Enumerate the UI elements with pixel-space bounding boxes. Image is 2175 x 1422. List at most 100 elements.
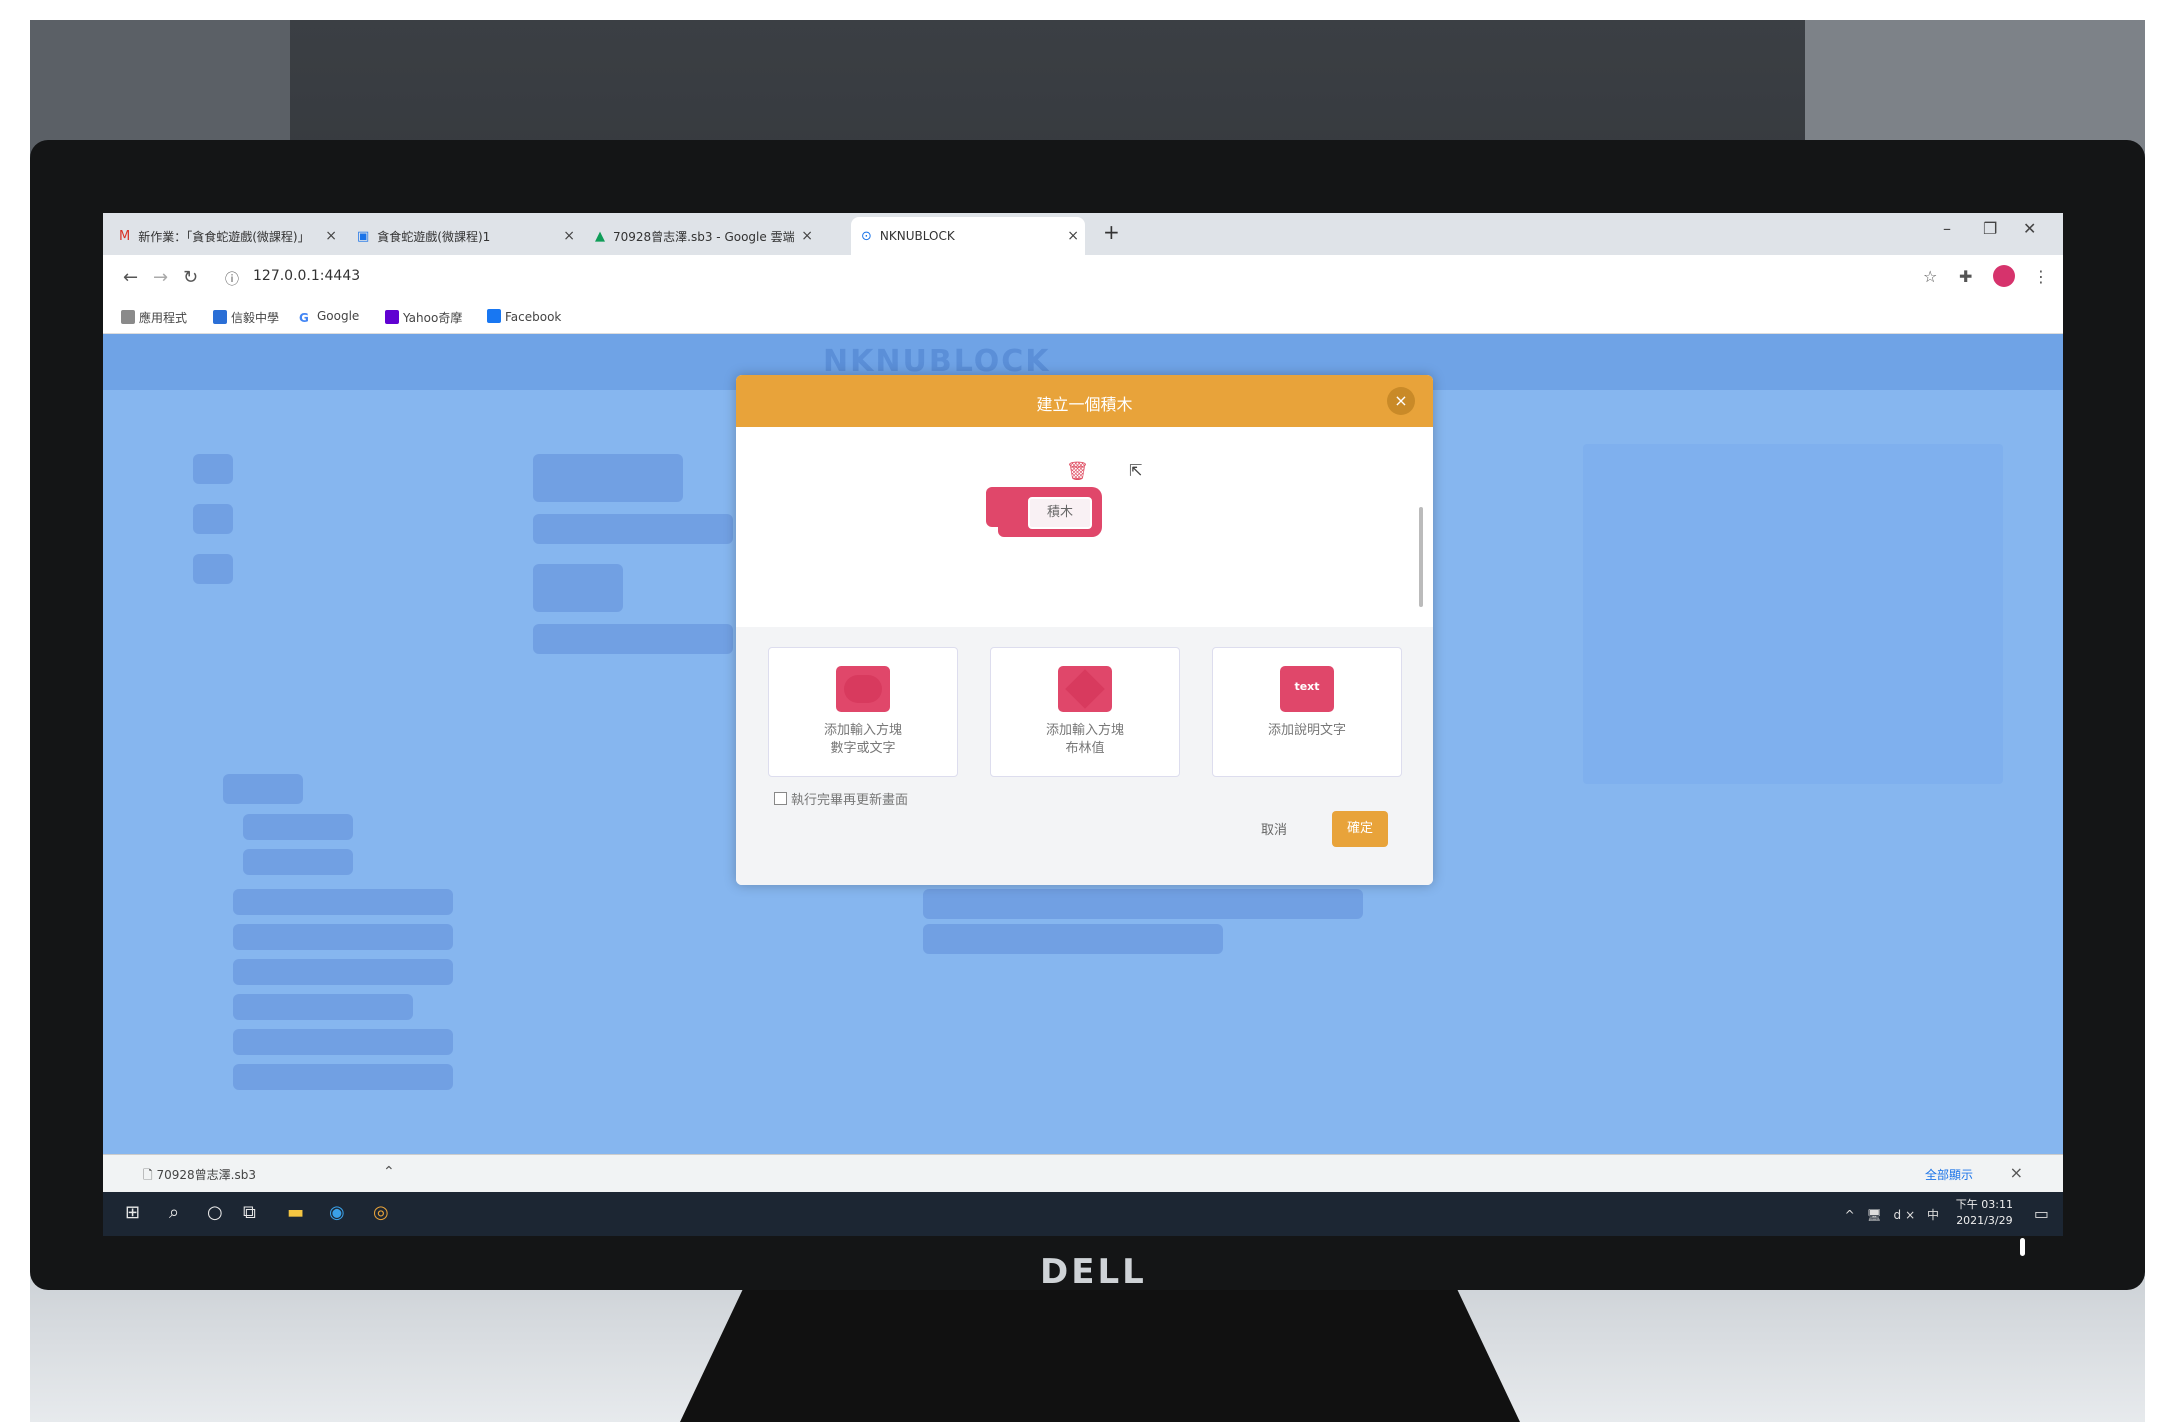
option-label: 添加輸入方塊 bbox=[1045, 723, 1124, 738]
download-bar: 🗋 70928曾志澤.sb3 ⌃ 全部顯示 × bbox=[103, 1154, 2063, 1193]
bookmark-school[interactable]: 信毅中學 bbox=[213, 309, 279, 326]
tab-close-icon[interactable]: × bbox=[801, 228, 813, 244]
tab-close-icon[interactable]: × bbox=[1067, 228, 1079, 244]
back-arrow-icon[interactable]: ← bbox=[123, 267, 138, 288]
tab-label: 70928曾志澤.sb3 - Google 雲端 bbox=[613, 229, 795, 244]
new-tab-button[interactable]: + bbox=[1103, 220, 1120, 244]
file-explorer-icon[interactable]: ▬ bbox=[287, 1202, 304, 1223]
windows-start-icon[interactable]: ⊞ bbox=[125, 1202, 140, 1223]
bookmark-apps[interactable]: 應用程式 bbox=[121, 309, 187, 326]
script-block bbox=[923, 889, 1363, 919]
dialog-title: 建立一個積木 bbox=[1036, 395, 1133, 414]
option-sublabel: 布林值 bbox=[1065, 741, 1105, 756]
run-without-refresh-checkbox[interactable] bbox=[774, 792, 787, 805]
school-icon bbox=[213, 310, 227, 324]
tab-classroom[interactable]: ▣ 貪食蛇遊戲(微課程)1 × bbox=[347, 217, 581, 255]
palette-block bbox=[233, 1064, 453, 1090]
info-icon[interactable]: ⓘ bbox=[225, 269, 239, 289]
preview-scrollbar[interactable] bbox=[1419, 507, 1423, 607]
forward-arrow-icon[interactable]: → bbox=[153, 267, 168, 288]
bookmark-facebook[interactable]: Facebook bbox=[487, 309, 561, 324]
category-dot bbox=[193, 554, 233, 584]
label-text-icon: text bbox=[1280, 666, 1334, 712]
number-text-input-icon bbox=[836, 666, 890, 712]
download-bar-close-icon[interactable]: × bbox=[2010, 1163, 2023, 1182]
clock[interactable]: 下午 03:11 2021/3/29 bbox=[1956, 1197, 2013, 1229]
menu-kebab-icon[interactable]: ⋮ bbox=[2033, 267, 2049, 286]
facebook-icon bbox=[487, 309, 501, 323]
palette-block bbox=[243, 849, 353, 875]
download-item[interactable]: 🗋 70928曾志澤.sb3 bbox=[143, 1166, 256, 1187]
palette-block bbox=[233, 889, 453, 915]
bookmark-star-icon[interactable]: ☆ bbox=[1923, 267, 1937, 286]
url-field[interactable]: 127.0.0.1:4443 bbox=[253, 268, 360, 284]
tab-google-drive[interactable]: ▲ 70928曾志澤.sb3 - Google 雲端 × bbox=[585, 217, 819, 255]
bookmark-google[interactable]: G Google bbox=[299, 309, 359, 325]
palette-block bbox=[243, 814, 353, 840]
chrome-icon[interactable]: ◎ bbox=[373, 1202, 389, 1223]
add-boolean-input-option[interactable]: 添加輸入方塊 布林值 bbox=[990, 647, 1180, 777]
palette-block bbox=[233, 959, 453, 985]
system-tray[interactable]: ^ 🖥 d× 中 bbox=[1845, 1206, 1943, 1223]
script-block bbox=[923, 924, 1223, 954]
block-name-input[interactable]: 積木 bbox=[1028, 497, 1092, 529]
bookmark-yahoo[interactable]: Yahoo奇摩 bbox=[385, 309, 462, 326]
edge-icon[interactable]: ◉ bbox=[329, 1202, 345, 1223]
cursor-icon: ⇱ bbox=[1129, 461, 1143, 480]
boolean-input-icon bbox=[1058, 666, 1112, 712]
tab-strip: M 新作業：「貪食蛇遊戲(微課程)」 × ▣ 貪食蛇遊戲(微課程)1 × ▲ 7… bbox=[103, 213, 2063, 255]
tab-close-icon[interactable]: × bbox=[563, 228, 575, 244]
nknublock-icon: ⊙ bbox=[861, 228, 872, 244]
windows-taskbar: ⊞ ⌕ ○ ⧉ ▬ ◉ ◎ ^ 🖥 d× 中 下午 03:11 2021/3/2… bbox=[103, 1192, 2063, 1236]
tab-gmail[interactable]: M 新作業：「貪食蛇遊戲(微課程)」 × bbox=[109, 217, 343, 255]
address-bar: ← → ↻ ⓘ 127.0.0.1:4443 ☆ ✚ ⋮ bbox=[103, 255, 2063, 301]
script-block bbox=[533, 624, 733, 654]
tab-close-icon[interactable]: × bbox=[325, 228, 337, 244]
search-icon[interactable]: ⌕ bbox=[169, 1202, 179, 1223]
clock-time: 下午 03:11 bbox=[1955, 1198, 2013, 1211]
palette-block bbox=[233, 924, 453, 950]
category-dot bbox=[193, 504, 233, 534]
task-view-icon[interactable]: ⧉ bbox=[243, 1202, 256, 1223]
dialog-header: 建立一個積木 × bbox=[736, 375, 1433, 427]
make-block-dialog: 建立一個積木 × 🗑 ⇱ 積木 添加輸入方塊 數字或文字 添加輸入方塊 布林值 bbox=[736, 375, 1433, 885]
category-dot bbox=[193, 454, 233, 484]
tab-label: 新作業：「貪食蛇遊戲(微課程)」 bbox=[138, 229, 310, 244]
ok-button[interactable]: 確定 bbox=[1332, 811, 1388, 847]
script-block bbox=[533, 454, 683, 502]
monitor-stand bbox=[680, 1280, 1520, 1422]
notification-icon[interactable]: ▭ bbox=[2034, 1204, 2049, 1223]
show-all-link[interactable]: 全部顯示 bbox=[1925, 1166, 1973, 1183]
tab-label: NKNUBLOCK bbox=[879, 229, 955, 243]
option-label: 添加輸入方塊 bbox=[823, 723, 902, 738]
background-object-left bbox=[30, 20, 290, 160]
close-window-button[interactable]: ✕ bbox=[2023, 219, 2036, 238]
minimize-button[interactable]: – bbox=[1943, 219, 1951, 238]
tab-nknublock[interactable]: ⊙ NKNUBLOCK × bbox=[851, 217, 1085, 255]
cancel-button[interactable]: 取消 bbox=[1261, 819, 1287, 838]
cortana-icon[interactable]: ○ bbox=[207, 1202, 223, 1223]
extensions-puzzle-icon[interactable]: ✚ bbox=[1959, 267, 1972, 286]
profile-avatar[interactable] bbox=[1993, 265, 2015, 287]
gmail-icon: M bbox=[119, 228, 131, 244]
classroom-icon: ▣ bbox=[357, 228, 370, 244]
reload-icon[interactable]: ↻ bbox=[183, 267, 198, 288]
google-icon: G bbox=[299, 311, 313, 325]
option-label: 添加說明文字 bbox=[1267, 723, 1346, 738]
bookmarks-bar: 應用程式 信毅中學 G Google Yahoo奇摩 Facebook bbox=[103, 301, 2063, 334]
run-without-refresh-row[interactable]: 執行完畢再更新畫面 bbox=[774, 789, 908, 808]
script-block bbox=[533, 514, 733, 544]
restore-button[interactable]: ❐ bbox=[1983, 219, 1997, 238]
yahoo-icon bbox=[385, 310, 399, 324]
chevron-up-icon[interactable]: ⌃ bbox=[383, 1164, 395, 1180]
tab-label: 貪食蛇遊戲(微課程)1 bbox=[377, 229, 491, 244]
clock-date: 2021/3/29 bbox=[1956, 1214, 2013, 1227]
trash-icon[interactable]: 🗑 bbox=[1066, 461, 1089, 482]
power-led bbox=[2020, 1238, 2025, 1256]
close-icon[interactable]: × bbox=[1387, 387, 1415, 415]
block-preview: 🗑 ⇱ 積木 bbox=[736, 427, 1433, 651]
add-number-text-input-option[interactable]: 添加輸入方塊 數字或文字 bbox=[768, 647, 958, 777]
options-panel: 添加輸入方塊 數字或文字 添加輸入方塊 布林值 text 添加說明文字 執行完畢… bbox=[736, 627, 1433, 885]
add-label-text-option[interactable]: text 添加說明文字 bbox=[1212, 647, 1402, 777]
drive-icon: ▲ bbox=[595, 228, 605, 244]
